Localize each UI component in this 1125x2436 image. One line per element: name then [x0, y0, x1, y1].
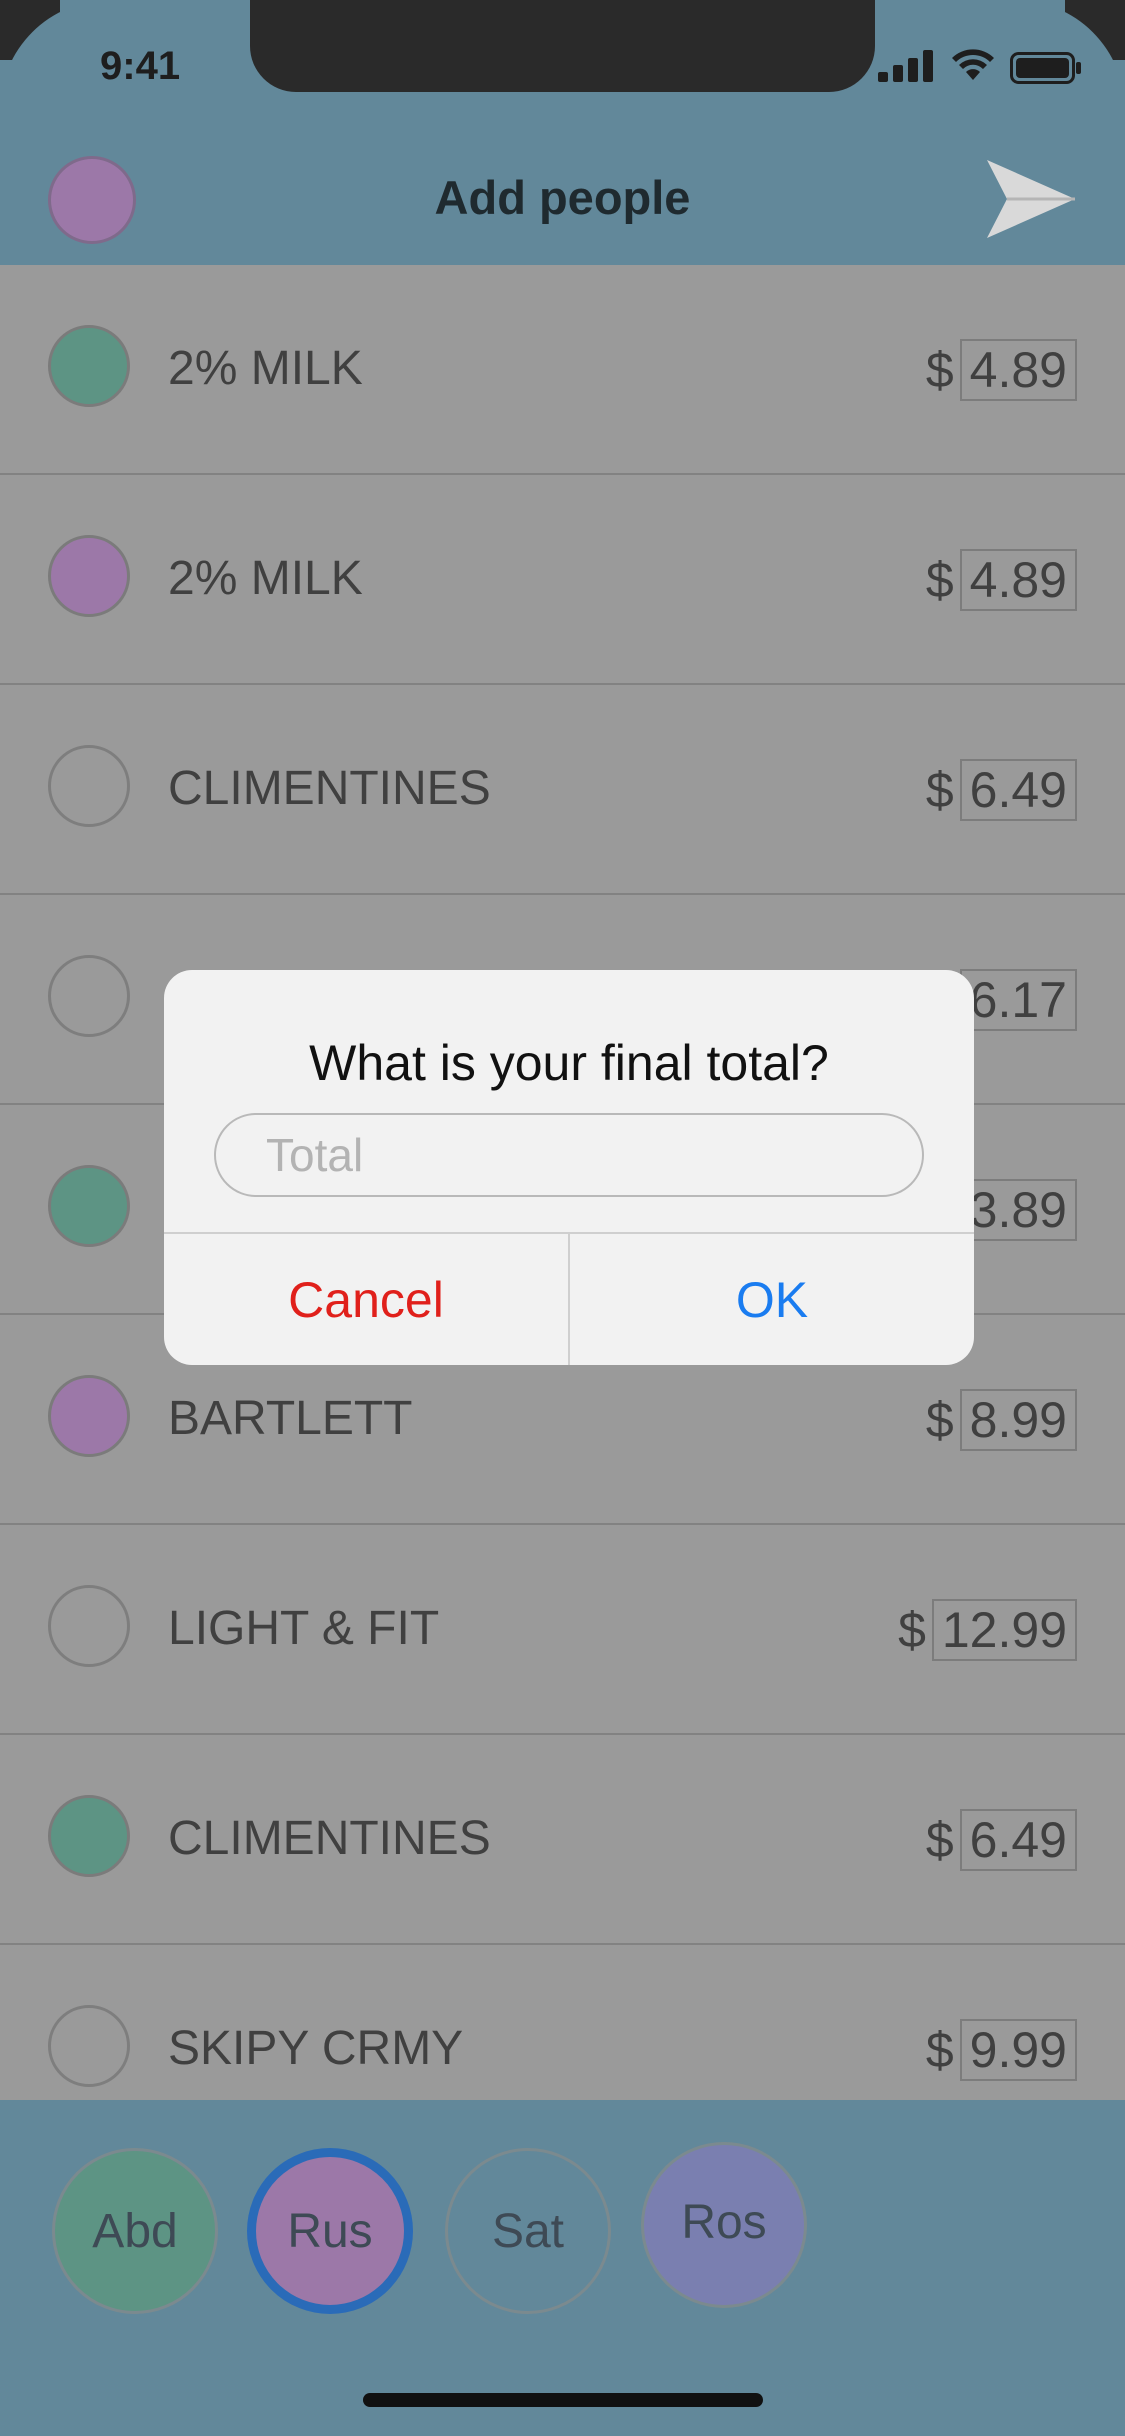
assignee-dot[interactable]: [48, 535, 130, 617]
battery-icon: [1010, 52, 1081, 84]
currency-symbol: $: [925, 1392, 954, 1448]
notch: [250, 0, 875, 92]
cellular-signal-icon: [878, 50, 933, 82]
list-item[interactable]: 2% MILK $4.89: [0, 475, 1125, 685]
currency-symbol: $: [925, 762, 954, 818]
list-item[interactable]: SKIPY CRMY $9.99: [0, 1945, 1125, 2100]
item-name: 2% MILK: [168, 342, 363, 395]
screen-corner: [0, 0, 120, 120]
assignee-dot[interactable]: [48, 1165, 130, 1247]
list-item[interactable]: CLIMENTINES $6.49: [0, 685, 1125, 895]
person-button-ros[interactable]: Ros: [641, 2142, 807, 2308]
currency-symbol: $: [925, 1812, 954, 1868]
status-time: 9:41: [100, 44, 181, 88]
alert-title: What is your final total?: [309, 1035, 829, 1091]
price-field[interactable]: 3.89: [959, 1179, 1077, 1241]
person-button-sat[interactable]: Sat: [445, 2148, 611, 2314]
assignee-dot[interactable]: [48, 745, 130, 827]
wifi-icon: [952, 49, 994, 80]
total-input[interactable]: [214, 1113, 924, 1197]
price-field[interactable]: 4.89: [959, 549, 1077, 611]
item-price: $6.49: [926, 759, 1077, 821]
navigation-bar: Add people: [0, 130, 1125, 265]
page-title: Add people: [434, 171, 691, 224]
item-price: $4.89: [926, 549, 1077, 611]
price-field[interactable]: 12.99: [931, 1599, 1077, 1661]
ok-button[interactable]: OK: [570, 1234, 974, 1365]
price-field[interactable]: 6.49: [959, 759, 1077, 821]
item-price: $12.99: [898, 1599, 1077, 1661]
price-field[interactable]: 8.99: [959, 1389, 1077, 1451]
item-name: CLIMENTINES: [168, 762, 491, 815]
price-field[interactable]: 9.99: [959, 2019, 1077, 2081]
list-item[interactable]: LIGHT & FIT $12.99: [0, 1525, 1125, 1735]
price-field[interactable]: 6.49: [959, 1809, 1077, 1871]
item-name: 2% MILK: [168, 552, 363, 605]
item-price: $8.99: [926, 1389, 1077, 1451]
home-indicator[interactable]: [363, 2393, 763, 2407]
item-name: BARTLETT: [168, 1392, 413, 1445]
price-field[interactable]: 6.17: [959, 969, 1077, 1031]
final-total-alert: What is your final total? Cancel OK: [164, 970, 974, 1365]
send-icon[interactable]: [985, 158, 1077, 240]
item-name: LIGHT & FIT: [168, 1602, 440, 1655]
price-field[interactable]: 4.89: [959, 339, 1077, 401]
item-name: CLIMENTINES: [168, 1812, 491, 1865]
cancel-button[interactable]: Cancel: [164, 1234, 568, 1365]
assignee-dot[interactable]: [48, 1795, 130, 1877]
people-selector-bar: Abd Rus Sat Ros: [0, 2100, 1125, 2436]
currency-symbol: $: [925, 2022, 954, 2078]
screen-corner: [1005, 0, 1125, 120]
assignee-dot[interactable]: [48, 1585, 130, 1667]
currency-symbol: $: [925, 552, 954, 608]
list-item[interactable]: CLIMENTINES $6.49: [0, 1735, 1125, 1945]
list-item[interactable]: 2% MILK $4.89: [0, 265, 1125, 475]
person-button-rus[interactable]: Rus: [247, 2148, 413, 2314]
currency-symbol: $: [898, 1602, 926, 1658]
assignee-dot[interactable]: [48, 955, 130, 1037]
person-button-abd[interactable]: Abd: [52, 2148, 218, 2314]
item-price: $6.49: [926, 1809, 1077, 1871]
currency-symbol: $: [925, 342, 954, 398]
item-price: $4.89: [926, 339, 1077, 401]
assignee-dot[interactable]: [48, 1375, 130, 1457]
item-name: SKIPY CRMY: [168, 2022, 464, 2075]
status-bar: 9:41: [0, 0, 1125, 130]
assignee-dot[interactable]: [48, 325, 130, 407]
item-price: $9.99: [926, 2019, 1077, 2081]
assignee-dot[interactable]: [48, 2005, 130, 2087]
